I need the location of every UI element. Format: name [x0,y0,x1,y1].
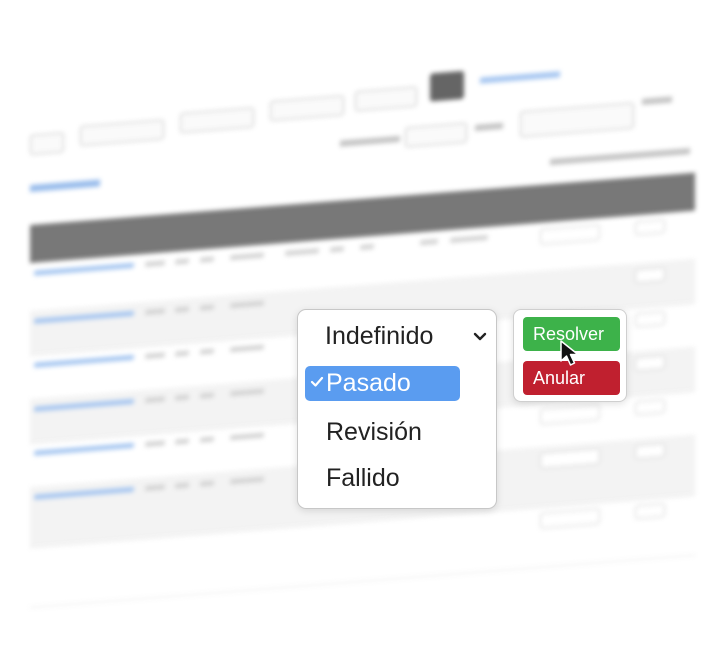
chevron-down-icon [473,332,487,341]
blurred-checkbox [30,132,64,155]
blurred-select [405,122,467,148]
cancel-button-label: Anular [533,367,586,388]
status-dropdown-current-label: Indefinido [325,321,434,350]
blurred-label [340,135,400,147]
status-option-revision[interactable]: Revisión [305,415,460,450]
status-option-fallido[interactable]: Fallido [305,461,460,496]
status-option-label: Revisión [326,418,422,446]
blurred-dark-button [430,70,464,102]
blurred-filter-chip [270,95,344,122]
check-icon [310,376,324,387]
mouse-pointer-icon [560,340,579,366]
blurred-link [480,71,560,84]
status-dropdown[interactable]: Indefinido Pasado Revisión Fallido [297,309,497,509]
blurred-label [642,96,672,105]
blurred-toolbar [30,43,695,192]
blurred-filter-chip [180,107,254,134]
blurred-label [475,122,503,131]
blurred-search-input [520,102,634,138]
blurred-select [355,86,417,112]
status-option-label: Pasado [326,369,411,397]
blurred-link [30,179,100,192]
status-option-pasado[interactable]: Pasado [305,366,460,401]
blurred-label [550,148,690,166]
blurred-filter-chip [80,119,164,147]
status-dropdown-current[interactable]: Indefinido [325,322,490,350]
status-option-label: Fallido [326,464,400,492]
